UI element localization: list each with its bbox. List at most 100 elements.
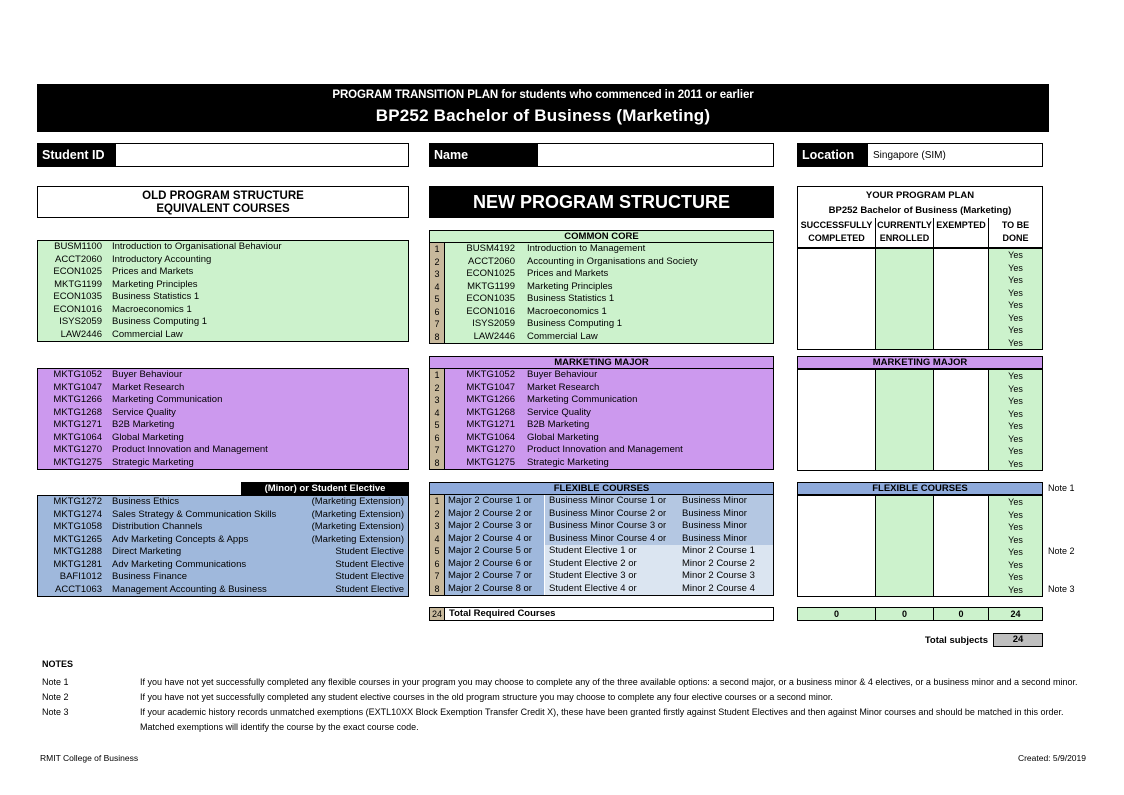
- plan-cell[interactable]: [876, 521, 933, 534]
- plan-cell[interactable]: [934, 383, 988, 396]
- plan-cell[interactable]: [876, 337, 933, 350]
- plan-cell[interactable]: [934, 249, 988, 262]
- plan-cell[interactable]: [876, 383, 933, 396]
- plan-cell-to-be-done[interactable]: Yes: [989, 445, 1042, 458]
- plan-cell[interactable]: [876, 262, 933, 275]
- plan-cell[interactable]: [934, 420, 988, 433]
- plan-cell[interactable]: [934, 299, 988, 312]
- plan-cell[interactable]: [876, 312, 933, 325]
- plan-cell[interactable]: [934, 571, 988, 584]
- plan-cell-to-be-done[interactable]: Yes: [989, 458, 1042, 471]
- plan-cell[interactable]: [798, 584, 875, 597]
- plan-cell[interactable]: [876, 408, 933, 421]
- name-input[interactable]: [537, 143, 774, 167]
- plan-cell-to-be-done[interactable]: Yes: [989, 337, 1042, 350]
- plan-cell[interactable]: [798, 458, 875, 471]
- plan-cell[interactable]: [934, 534, 988, 547]
- plan-cell[interactable]: [798, 337, 875, 350]
- plan-cell[interactable]: [798, 383, 875, 396]
- plan-cell[interactable]: [934, 433, 988, 446]
- plan-cell[interactable]: [876, 274, 933, 287]
- plan-cell[interactable]: [876, 559, 933, 572]
- plan-cell-to-be-done[interactable]: Yes: [989, 559, 1042, 572]
- plan-cell[interactable]: [876, 534, 933, 547]
- plan-cell[interactable]: [798, 312, 875, 325]
- student-id-input[interactable]: [115, 143, 409, 167]
- plan-cell[interactable]: [934, 546, 988, 559]
- plan-cell[interactable]: [934, 496, 988, 509]
- plan-cell-to-be-done[interactable]: Yes: [989, 274, 1042, 287]
- plan-cell[interactable]: [934, 274, 988, 287]
- plan-cell[interactable]: [934, 262, 988, 275]
- plan-cell[interactable]: [876, 509, 933, 522]
- plan-cell[interactable]: [798, 546, 875, 559]
- plan-cell[interactable]: [934, 337, 988, 350]
- plan-cell-to-be-done[interactable]: Yes: [989, 534, 1042, 547]
- plan-cell[interactable]: [798, 262, 875, 275]
- plan-cell[interactable]: [934, 458, 988, 471]
- plan-cell[interactable]: [876, 299, 933, 312]
- plan-cell[interactable]: [876, 458, 933, 471]
- plan-cell[interactable]: [798, 445, 875, 458]
- plan-cell-to-be-done[interactable]: Yes: [989, 262, 1042, 275]
- plan-cell[interactable]: [876, 433, 933, 446]
- plan-cell[interactable]: [934, 370, 988, 383]
- plan-cell[interactable]: [798, 324, 875, 337]
- plan-cell[interactable]: [876, 496, 933, 509]
- plan-cell[interactable]: [934, 521, 988, 534]
- plan-cell-to-be-done[interactable]: Yes: [989, 571, 1042, 584]
- plan-cell[interactable]: [876, 445, 933, 458]
- plan-cell[interactable]: [876, 395, 933, 408]
- plan-cell[interactable]: [876, 420, 933, 433]
- plan-cell-to-be-done[interactable]: Yes: [989, 287, 1042, 300]
- plan-cell[interactable]: [876, 584, 933, 597]
- plan-cell[interactable]: [876, 571, 933, 584]
- plan-cell-to-be-done[interactable]: Yes: [989, 509, 1042, 522]
- plan-cell[interactable]: [934, 584, 988, 597]
- plan-cell-to-be-done[interactable]: Yes: [989, 299, 1042, 312]
- plan-cell[interactable]: [798, 521, 875, 534]
- plan-cell[interactable]: [876, 324, 933, 337]
- plan-cell-to-be-done[interactable]: Yes: [989, 420, 1042, 433]
- plan-cell[interactable]: [934, 324, 988, 337]
- plan-cell[interactable]: [798, 370, 875, 383]
- plan-cell[interactable]: [798, 274, 875, 287]
- plan-cell[interactable]: [798, 249, 875, 262]
- plan-cell-to-be-done[interactable]: Yes: [989, 324, 1042, 337]
- plan-cell[interactable]: [798, 408, 875, 421]
- plan-cell[interactable]: [798, 534, 875, 547]
- plan-cell-to-be-done[interactable]: Yes: [989, 370, 1042, 383]
- plan-cell-to-be-done[interactable]: Yes: [989, 521, 1042, 534]
- plan-cell-to-be-done[interactable]: Yes: [989, 433, 1042, 446]
- plan-cell[interactable]: [876, 546, 933, 559]
- plan-cell[interactable]: [798, 571, 875, 584]
- plan-cell[interactable]: [798, 496, 875, 509]
- plan-cell[interactable]: [798, 433, 875, 446]
- plan-cell[interactable]: [876, 249, 933, 262]
- plan-cell[interactable]: [798, 287, 875, 300]
- plan-cell[interactable]: [934, 559, 988, 572]
- plan-cell-to-be-done[interactable]: Yes: [989, 383, 1042, 396]
- plan-cell[interactable]: [876, 287, 933, 300]
- plan-cell[interactable]: [798, 395, 875, 408]
- plan-cell[interactable]: [798, 559, 875, 572]
- plan-cell[interactable]: [798, 509, 875, 522]
- plan-cell-to-be-done[interactable]: Yes: [989, 408, 1042, 421]
- plan-cell[interactable]: [798, 299, 875, 312]
- row-number: 1: [430, 495, 445, 508]
- plan-cell[interactable]: [934, 395, 988, 408]
- plan-cell[interactable]: [876, 370, 933, 383]
- plan-cell-to-be-done[interactable]: Yes: [989, 546, 1042, 559]
- plan-cell-to-be-done[interactable]: Yes: [989, 496, 1042, 509]
- location-input[interactable]: Singapore (SIM): [867, 143, 1043, 167]
- plan-cell[interactable]: [934, 408, 988, 421]
- plan-cell-to-be-done[interactable]: Yes: [989, 312, 1042, 325]
- plan-cell-to-be-done[interactable]: Yes: [989, 395, 1042, 408]
- plan-cell-to-be-done[interactable]: Yes: [989, 584, 1042, 597]
- plan-cell[interactable]: [934, 287, 988, 300]
- plan-cell[interactable]: [934, 445, 988, 458]
- plan-cell[interactable]: [934, 509, 988, 522]
- plan-cell[interactable]: [934, 312, 988, 325]
- plan-cell-to-be-done[interactable]: Yes: [989, 249, 1042, 262]
- plan-cell[interactable]: [798, 420, 875, 433]
